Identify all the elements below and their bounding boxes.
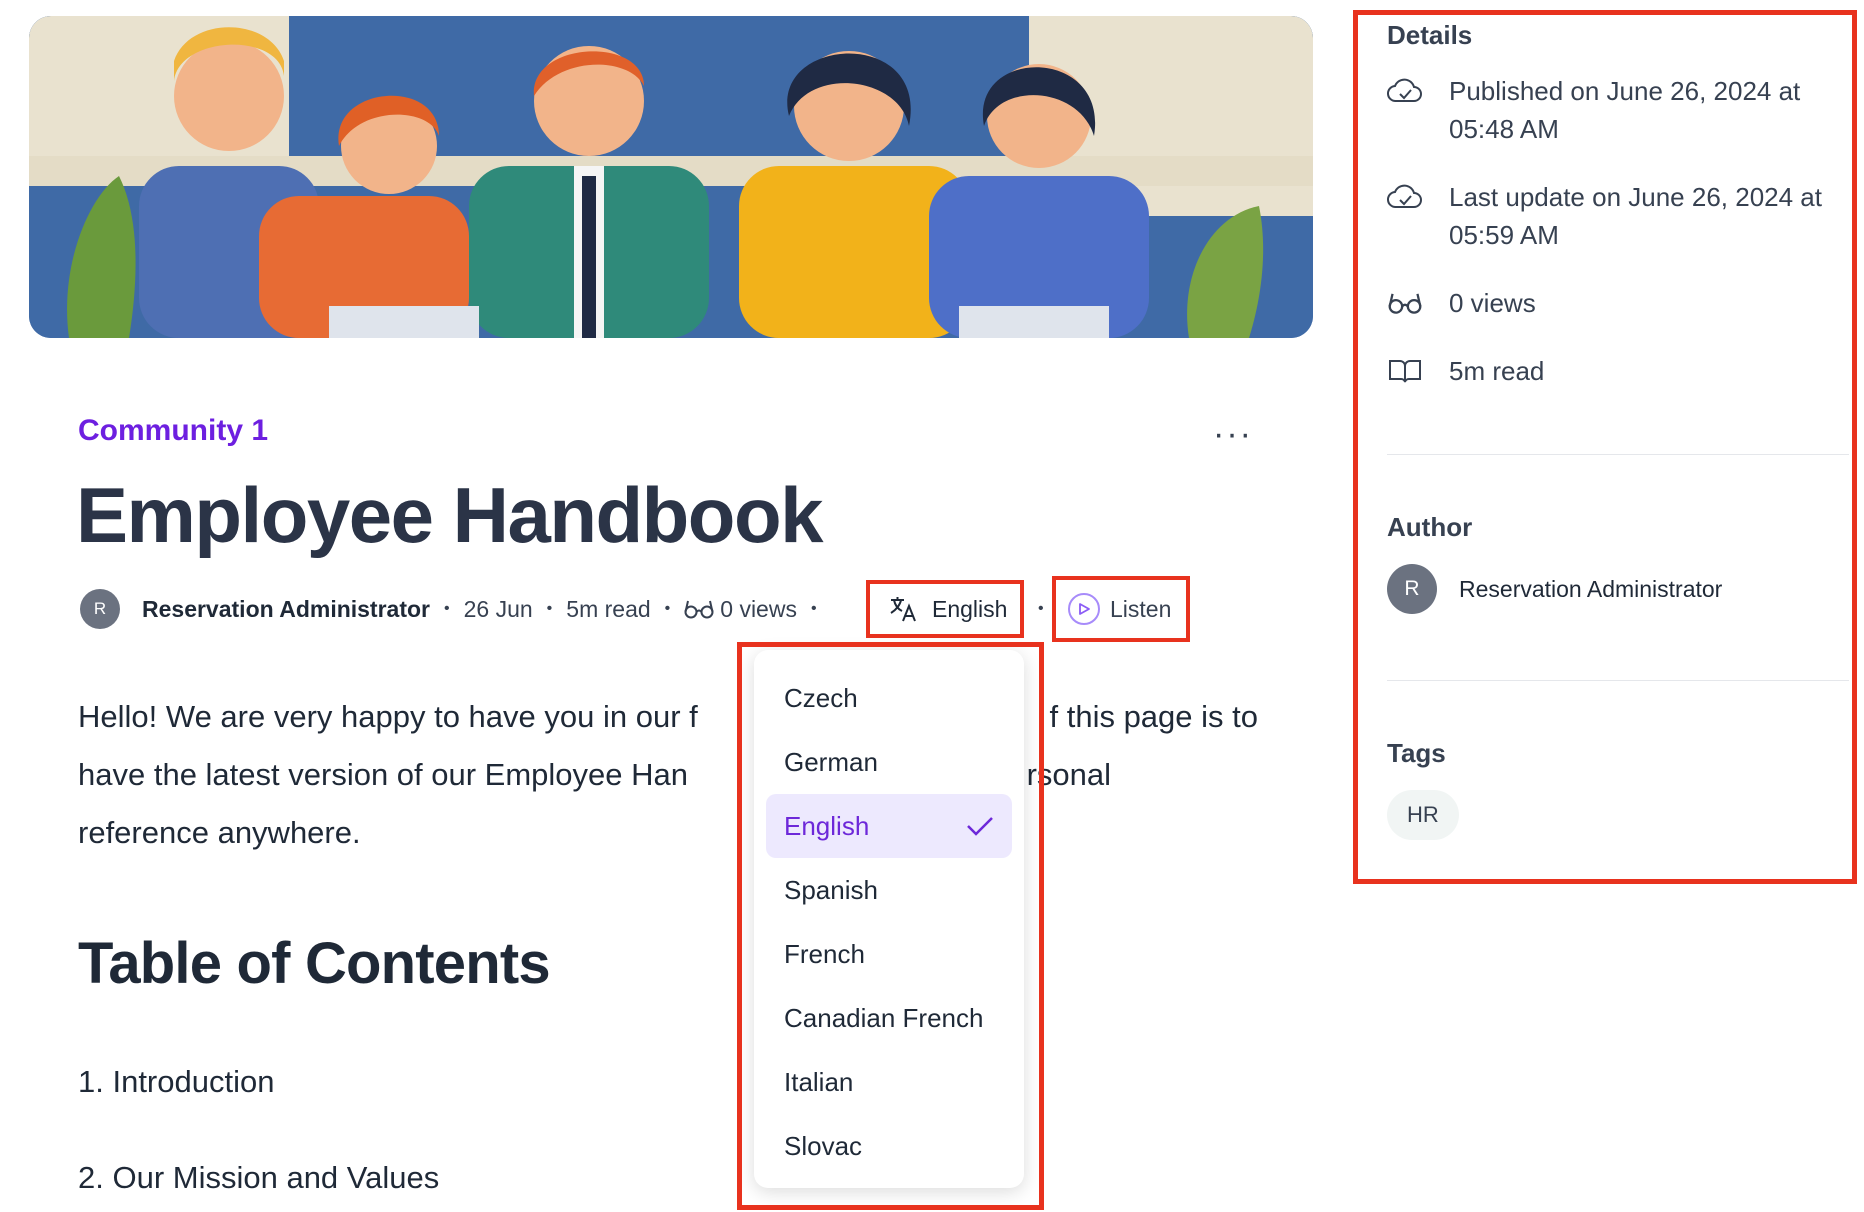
- tags-heading: Tags: [1387, 738, 1446, 768]
- language-button[interactable]: English: [866, 580, 1024, 638]
- meta-separator: •: [1038, 600, 1044, 617]
- section-divider: [1387, 680, 1849, 681]
- community-link[interactable]: Community 1: [78, 414, 268, 448]
- intro-paragraph: Hello! We are very happy to have you in …: [78, 688, 1278, 862]
- paragraph-line: reference anywhere.: [78, 815, 361, 850]
- paragraph-line: f this page is to: [1049, 699, 1258, 734]
- language-label: English: [932, 595, 1008, 622]
- details-heading: Details: [1387, 20, 1473, 50]
- glasses-icon: [1387, 284, 1423, 322]
- book-icon: [1387, 352, 1423, 390]
- views-info: 0 views: [1387, 284, 1847, 322]
- toc-item[interactable]: 1. Introduction: [78, 1064, 274, 1100]
- article-meta: R Reservation Administrator • 26 Jun • 5…: [80, 588, 831, 630]
- listen-button[interactable]: Listen: [1052, 576, 1190, 642]
- paragraph-line: Hello! We are very happy to have you in …: [78, 699, 698, 734]
- hero-image: [29, 16, 1313, 338]
- author-avatar[interactable]: R: [80, 589, 120, 629]
- read-time-info: 5m read: [1387, 352, 1847, 390]
- author-card[interactable]: R Reservation Administrator: [1387, 564, 1722, 614]
- listen-label: Listen: [1110, 595, 1172, 622]
- section-divider: [1387, 454, 1849, 455]
- play-icon: [1068, 593, 1100, 625]
- meta-separator: •: [444, 600, 450, 617]
- cloud-check-icon: [1387, 178, 1423, 216]
- read-time: 5m read: [566, 595, 651, 622]
- author-card-name: Reservation Administrator: [1459, 575, 1723, 602]
- glasses-icon: [684, 600, 714, 619]
- meta-separator: •: [664, 600, 671, 617]
- views-label: 0 views: [720, 595, 797, 622]
- translate-icon: [890, 597, 916, 622]
- toc-item[interactable]: 2. Our Mission and Values: [78, 1160, 439, 1196]
- publish-date: 26 Jun: [463, 595, 533, 622]
- cloud-check-icon: [1387, 72, 1423, 110]
- meta-separator: •: [546, 600, 553, 617]
- tag-hr[interactable]: HR: [1387, 790, 1459, 840]
- author-name[interactable]: Reservation Administrator: [142, 596, 430, 623]
- meta-separator: •: [810, 600, 817, 617]
- highlight-frame: [737, 642, 1044, 1210]
- page-title: Employee Handbook: [76, 471, 823, 559]
- views-count: 0 views: [684, 596, 797, 623]
- published-info: Published on June 26, 2024 at 05:48 AM: [1387, 72, 1847, 148]
- paragraph-line: have the latest version of our Employee …: [78, 757, 689, 792]
- toc-heading: Table of Contents: [78, 931, 551, 996]
- more-options-button[interactable]: ···: [1208, 414, 1258, 454]
- hero-illustration: [29, 16, 1313, 338]
- updated-info: Last update on June 26, 2024 at 05:59 AM: [1387, 178, 1847, 254]
- avatar: R: [1387, 564, 1437, 614]
- author-heading: Author: [1387, 512, 1473, 542]
